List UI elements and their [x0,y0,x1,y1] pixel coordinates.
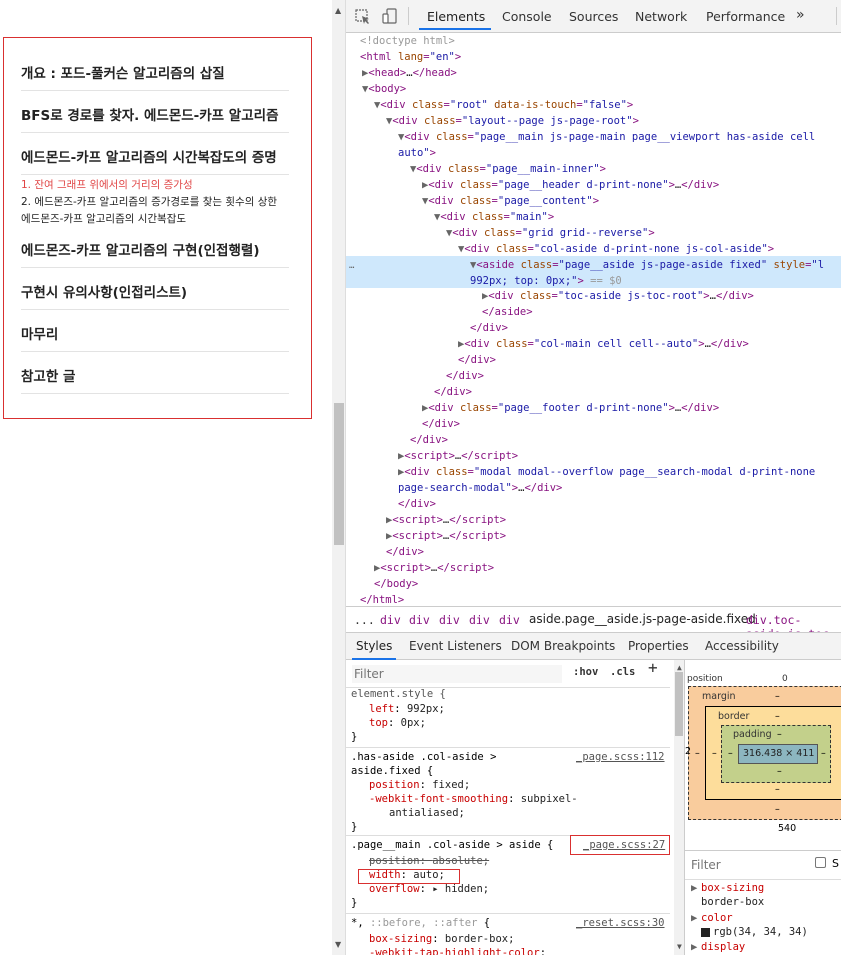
styles-pane: :hov .cls + element.style { left: 992px;… [346,660,684,955]
tab-network[interactable]: Network [635,9,687,24]
tab-accessibility[interactable]: Accessibility [705,639,779,653]
expand-icon[interactable]: ▶ [691,940,697,954]
show-all-checkbox[interactable] [815,857,826,868]
scroll-up-arrow-icon[interactable]: ▲ [335,6,341,15]
toc-item[interactable]: 에드몬드-카프 알고리즘의 시간복잡도의 증명 [21,146,289,175]
dom-breadcrumb: ... div div div div div aside.page__asid… [346,606,841,641]
crumb-item-selected[interactable]: aside.page__aside.js-page-aside.fixed [529,612,756,626]
computed-pane: S ▶ box-sizing border-box ▶ color rgb(34… [684,850,841,955]
highlight-box [570,835,670,855]
devtools-panel: Elements Console Sources Network Perform… [346,0,841,955]
active-tab-indicator [419,28,491,30]
tab-styles[interactable]: Styles [356,639,392,653]
styles-scrollbar-thumb[interactable] [675,672,683,736]
tab-console[interactable]: Console [502,9,552,24]
toc-item[interactable]: 에드몬즈-카프 알고리즘의 구현(인접행렬) [21,239,289,268]
computed-prop-name[interactable]: color [701,911,733,925]
tab-event-listeners[interactable]: Event Listeners [409,639,502,653]
devtools-tabbar: Elements Console Sources Network Perform… [346,0,841,33]
styles-scroll-up-icon[interactable]: ▲ [677,663,682,672]
toc-subitem[interactable]: 2. 에드몬즈-카프 알고리즘의 증가경로를 찾는 횟수의 상한 [21,194,277,210]
tab-sources[interactable]: Sources [569,9,618,24]
hov-toggle[interactable]: :hov [573,665,598,679]
computed-prop-value: border-box [701,896,765,908]
toc-item[interactable]: 구현시 유의사항(인접리스트) [21,281,289,310]
computed-prop-value: rgb(34, 34, 34) [713,926,808,938]
scrollbar-thumb[interactable] [334,403,344,545]
toolbar-divider [836,7,837,25]
node-ellipsis[interactable]: … [349,258,354,274]
toc-subitem-active[interactable]: 1. 잔여 그래프 위에서의 거리의 증가성 [21,177,193,193]
content-size[interactable]: 316.438 × 411 [743,747,814,761]
tab-elements[interactable]: Elements [427,9,485,24]
tab-performance[interactable]: Performance [706,9,785,24]
scroll-down-arrow-icon[interactable]: ▼ [335,940,341,949]
computed-prop-name[interactable]: box-sizing [701,881,764,895]
styles-scroll-down-icon[interactable]: ▼ [677,942,682,951]
crumb-item[interactable]: div [439,613,460,627]
expand-icon[interactable]: ▶ [691,911,697,925]
crumb-item[interactable]: div [409,613,430,627]
tab-dom-breakpoints[interactable]: DOM Breakpoints [511,639,615,653]
computed-filter-input[interactable] [691,856,806,874]
toc-item[interactable]: 개요 : 포드-풀커슨 알고리즘의 삽질 [21,62,289,91]
computed-prop-name[interactable]: display [701,940,745,954]
crumb-more[interactable]: ... [354,613,375,627]
screen: 개요 : 포드-풀커슨 알고리즘의 삽질 BFS로 경로를 찾자. 에드몬드-카… [0,0,841,955]
cls-toggle[interactable]: .cls [610,665,635,679]
toc-item[interactable]: 참고한 글 [21,365,289,394]
toc-aside: 개요 : 포드-풀커슨 알고리즘의 삽질 BFS로 경로를 찾자. 에드몬드-카… [3,37,312,419]
device-toolbar-icon[interactable] [382,8,398,25]
inspect-element-icon[interactable] [355,9,371,25]
expand-icon[interactable]: ▶ [691,881,697,895]
crumb-item[interactable]: div [380,613,401,627]
page-viewport: 개요 : 포드-풀커슨 알고리즘의 삽질 BFS로 경로를 찾자. 에드몬드-카… [0,0,332,955]
toc-item[interactable]: BFS로 경로를 찾자. 에드몬드-카프 알고리즘 [21,104,289,133]
styles-filter-input[interactable] [352,665,562,683]
toc-subitem[interactable]: 에드몬즈-카프 알고리즘의 시간복잡도 [21,211,186,227]
tab-properties[interactable]: Properties [628,639,689,653]
new-style-rule-button[interactable]: + [648,660,658,676]
toc-item[interactable]: 마무리 [21,323,289,352]
toolbar-divider [408,7,409,25]
crumb-item[interactable]: div [499,613,520,627]
more-tabs-button[interactable]: » [796,7,805,23]
styles-tabbar: Styles Event Listeners DOM Breakpoints P… [346,632,841,660]
box-model: position 0 margin – border – padding – 3… [684,660,841,850]
crumb-item[interactable]: div [469,613,490,627]
color-swatch[interactable] [701,928,710,937]
